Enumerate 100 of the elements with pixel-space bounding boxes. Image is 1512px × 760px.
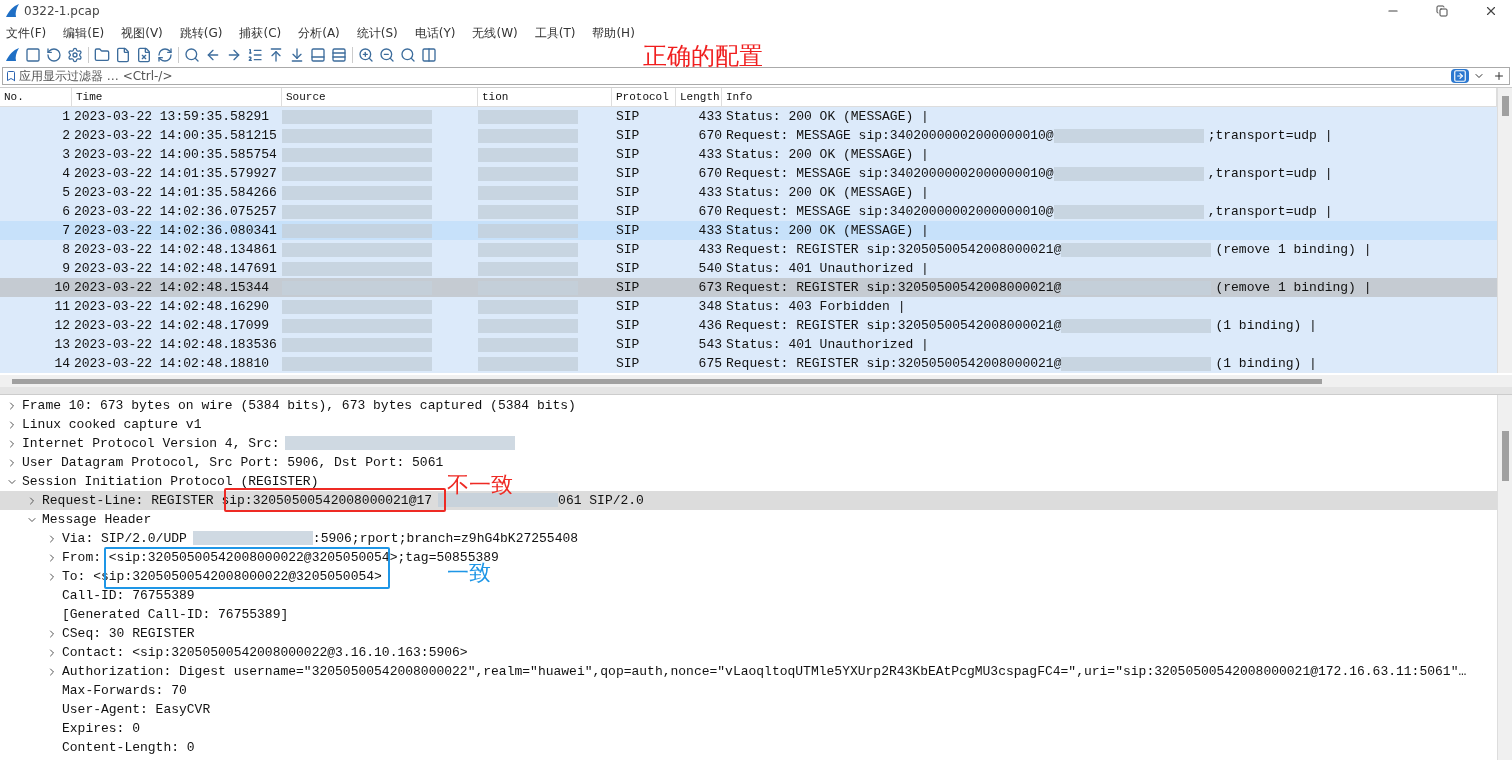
table-cell-text: Request: REGISTER sip:32050500542008000021@	[726, 354, 1062, 373]
column-header[interactable]: No.	[0, 88, 72, 106]
reload-icon[interactable]	[157, 47, 173, 63]
table-cell-text: 6	[61, 202, 71, 221]
tree-text[interactable]: Content-Length: 0	[62, 737, 195, 758]
packet-row[interactable]: 7 2023-03-22 14:02:36.080341 SIP 433 Status: 200 OK (MESSAGE) |	[0, 221, 1497, 240]
settings-icon[interactable]	[67, 47, 83, 63]
add-icon[interactable]	[1493, 70, 1505, 82]
tree-text[interactable]: Call-ID: 76755389	[62, 585, 195, 606]
packet-row[interactable]: 14 2023-03-22 14:02:48.18810 SIP 675 Request: REGISTER sip:32050500542008000021@ (1 binding) |	[0, 354, 1497, 373]
tree-text[interactable]: Session Initiation Protocol (REGISTER)	[22, 471, 319, 492]
tree-text[interactable]: Via: SIP/2.0/UDP	[62, 528, 187, 549]
table-cell-text: 14	[53, 354, 71, 373]
zoom-reset-icon[interactable]	[400, 47, 416, 63]
table-cell-text: 7	[61, 221, 71, 240]
table-cell-text: 10	[53, 278, 71, 297]
packet-row[interactable]: 12 2023-03-22 14:02:48.17099 SIP 436 Request: REGISTER sip:32050500542008000021@ (1 binding) |	[0, 316, 1497, 335]
list-icon[interactable]	[247, 47, 263, 63]
fin-icon	[4, 47, 20, 63]
packet-row[interactable]: 9 2023-03-22 14:02:48.147691 SIP 540 Status: 401 Unauthorized |	[0, 259, 1497, 278]
packet-row[interactable]: 6 2023-03-22 14:02:36.075257 SIP 670 Request: MESSAGE sip:34020000002000000010@ ,transport=udp |	[0, 202, 1497, 221]
packet-row[interactable]: 13 2023-03-22 14:02:48.183536 SIP 543 Status: 401 Unauthorized |	[0, 335, 1497, 354]
table-cell-text: (remove 1 binding) |	[1215, 278, 1372, 297]
table-cell-text: Status: 200 OK (MESSAGE) |	[726, 221, 929, 240]
folder-icon[interactable]	[94, 47, 110, 63]
tree-text[interactable]: Linux cooked capture v1	[22, 414, 202, 435]
table-cell-text: SIP	[615, 145, 641, 164]
menu-item[interactable]: 帮助(H)	[588, 24, 639, 42]
column-header[interactable]: Source	[282, 88, 478, 106]
column-header[interactable]: Time	[72, 88, 282, 106]
zoom-in-icon[interactable]	[358, 47, 374, 63]
close-icon[interactable]	[1484, 4, 1498, 18]
table-cell-text: Request: REGISTER sip:32050500542008000021@	[726, 316, 1062, 335]
packet-row[interactable]: 10 2023-03-22 14:02:48.15344 SIP 673 Request: REGISTER sip:32050500542008000021@ (remove 1 binding) |	[0, 278, 1497, 297]
table-cell-text: 2023-03-22 14:02:36.075257	[73, 202, 278, 221]
table-cell-text: 2023-03-22 14:02:48.134861	[73, 240, 278, 259]
scrollbar[interactable]	[1497, 88, 1512, 373]
scrollbar-thumb[interactable]	[12, 378, 1322, 384]
column-header[interactable]: tion	[478, 88, 612, 106]
zoom-out-icon[interactable]	[379, 47, 395, 63]
menu-item[interactable]: 无线(W)	[468, 24, 522, 42]
table-cell-text: Status: 200 OK (MESSAGE) |	[726, 145, 929, 164]
restore-icon[interactable]	[1436, 5, 1448, 17]
table-cell-text: SIP	[615, 297, 641, 316]
packet-row[interactable]: 5 2023-03-22 14:01:35.584266 SIP 433 Status: 200 OK (MESSAGE) |	[0, 183, 1497, 202]
packet-row[interactable]: 3 2023-03-22 14:00:35.585754 SIP 433 Status: 200 OK (MESSAGE) |	[0, 145, 1497, 164]
tree-text[interactable]: Message Header	[42, 509, 152, 530]
menu-item[interactable]: 跳转(G)	[175, 24, 227, 42]
table-cell-text: 675	[697, 354, 722, 373]
packet-row[interactable]: 1 2023-03-22 13:59:35.58291 SIP 433 Status: 200 OK (MESSAGE) |	[0, 107, 1497, 126]
table-cell-text: 3	[61, 145, 71, 164]
menu-item[interactable]: 分析(A)	[294, 24, 344, 42]
packet-row[interactable]: 4 2023-03-22 14:01:35.579927 SIP 670 Request: MESSAGE sip:34020000002000000010@ ,transport=udp |	[0, 164, 1497, 183]
columns-icon[interactable]	[421, 47, 437, 63]
packet-row[interactable]: 2 2023-03-22 14:00:35.581215 SIP 670 Request: MESSAGE sip:34020000002000000010@ ;transport=udp |	[0, 126, 1497, 145]
tree-text[interactable]: User-Agent: EasyCVR	[62, 699, 211, 720]
tree-text[interactable]: CSeq: 30 REGISTER	[62, 623, 195, 644]
restart-icon[interactable]	[46, 47, 62, 63]
column-header[interactable]: Protocol	[612, 88, 676, 106]
menu-item[interactable]: 视图(V)	[117, 24, 167, 42]
table-cell-text: Status: 401 Unauthorized |	[726, 335, 929, 354]
down-arrow-icon[interactable]	[289, 47, 305, 63]
menu-item[interactable]: 统计(S)	[352, 24, 402, 42]
menu-item[interactable]: 电话(Y)	[410, 24, 460, 42]
search-icon[interactable]	[184, 47, 200, 63]
apply-arrow-icon[interactable]	[1451, 69, 1469, 83]
up-arrow-icon[interactable]	[268, 47, 284, 63]
panel-icon[interactable]	[310, 47, 326, 63]
file-icon[interactable]	[115, 47, 131, 63]
rows-icon[interactable]	[331, 47, 347, 63]
tree-text[interactable]: Contact: <sip:32050500542008000022@3.16.10.163:5906>	[62, 642, 468, 663]
tree-text[interactable]: [Generated Call-ID: 76755389]	[62, 604, 289, 625]
menu-item[interactable]: 工具(T)	[530, 24, 580, 42]
packet-row[interactable]: 8 2023-03-22 14:02:48.134861 SIP 433 Request: REGISTER sip:32050500542008000021@ (remove 1 binding) |	[0, 240, 1497, 259]
tree-text[interactable]: Expires: 0	[62, 718, 140, 739]
tree-text[interactable]: Authorization: Digest username="32050500542008000022",realm="huawei",qop=auth,nonce="vLaoqltoqUTMle5YXUrp2R43KbEAtPcgMU3cspagFC4=",uri="sip:32050500542008000021@172.16.63.11:5061"…	[62, 661, 1467, 682]
table-cell-text: 4	[61, 164, 71, 183]
table-cell-text: 2023-03-22 14:02:48.183536	[73, 335, 278, 354]
table-cell-text: ;transport=udp |	[1207, 126, 1333, 145]
table-cell-text: 348	[697, 297, 722, 316]
stop-icon[interactable]	[25, 47, 41, 63]
table-cell-text: (1 binding) |	[1215, 316, 1317, 335]
table-cell-text: 2023-03-22 14:00:35.581215	[73, 126, 278, 145]
tree-text[interactable]: User Datagram Protocol, Src Port: 5906, Dst Port: 5061	[22, 452, 444, 473]
tree-text[interactable]: Internet Protocol Version 4, Src:	[22, 433, 280, 454]
bookmark-icon[interactable]	[5, 70, 17, 82]
table-cell-text: 433	[697, 240, 722, 259]
tree-text[interactable]: Frame 10: 673 bytes on wire (5384 bits), 673 bytes captured (5384 bits)	[22, 395, 576, 416]
menu-item[interactable]: 捕获(C)	[235, 24, 286, 42]
table-cell-text: ,transport=udp |	[1207, 202, 1333, 221]
tree-text[interactable]: Max-Forwards: 70	[62, 680, 187, 701]
table-cell-text: SIP	[615, 126, 641, 145]
packet-row[interactable]: 11 2023-03-22 14:02:48.16290 SIP 348 Status: 403 Forbidden |	[0, 297, 1497, 316]
table-cell-text: 436	[697, 316, 722, 335]
menu-item[interactable]: 编辑(E)	[59, 24, 109, 42]
menu-item[interactable]: 文件(F)	[2, 24, 51, 42]
close-file-icon[interactable]	[136, 47, 152, 63]
column-header[interactable]: Length	[676, 88, 722, 106]
horizontal-scrollbar[interactable]	[0, 375, 1512, 387]
scrollbar[interactable]	[1497, 395, 1512, 760]
